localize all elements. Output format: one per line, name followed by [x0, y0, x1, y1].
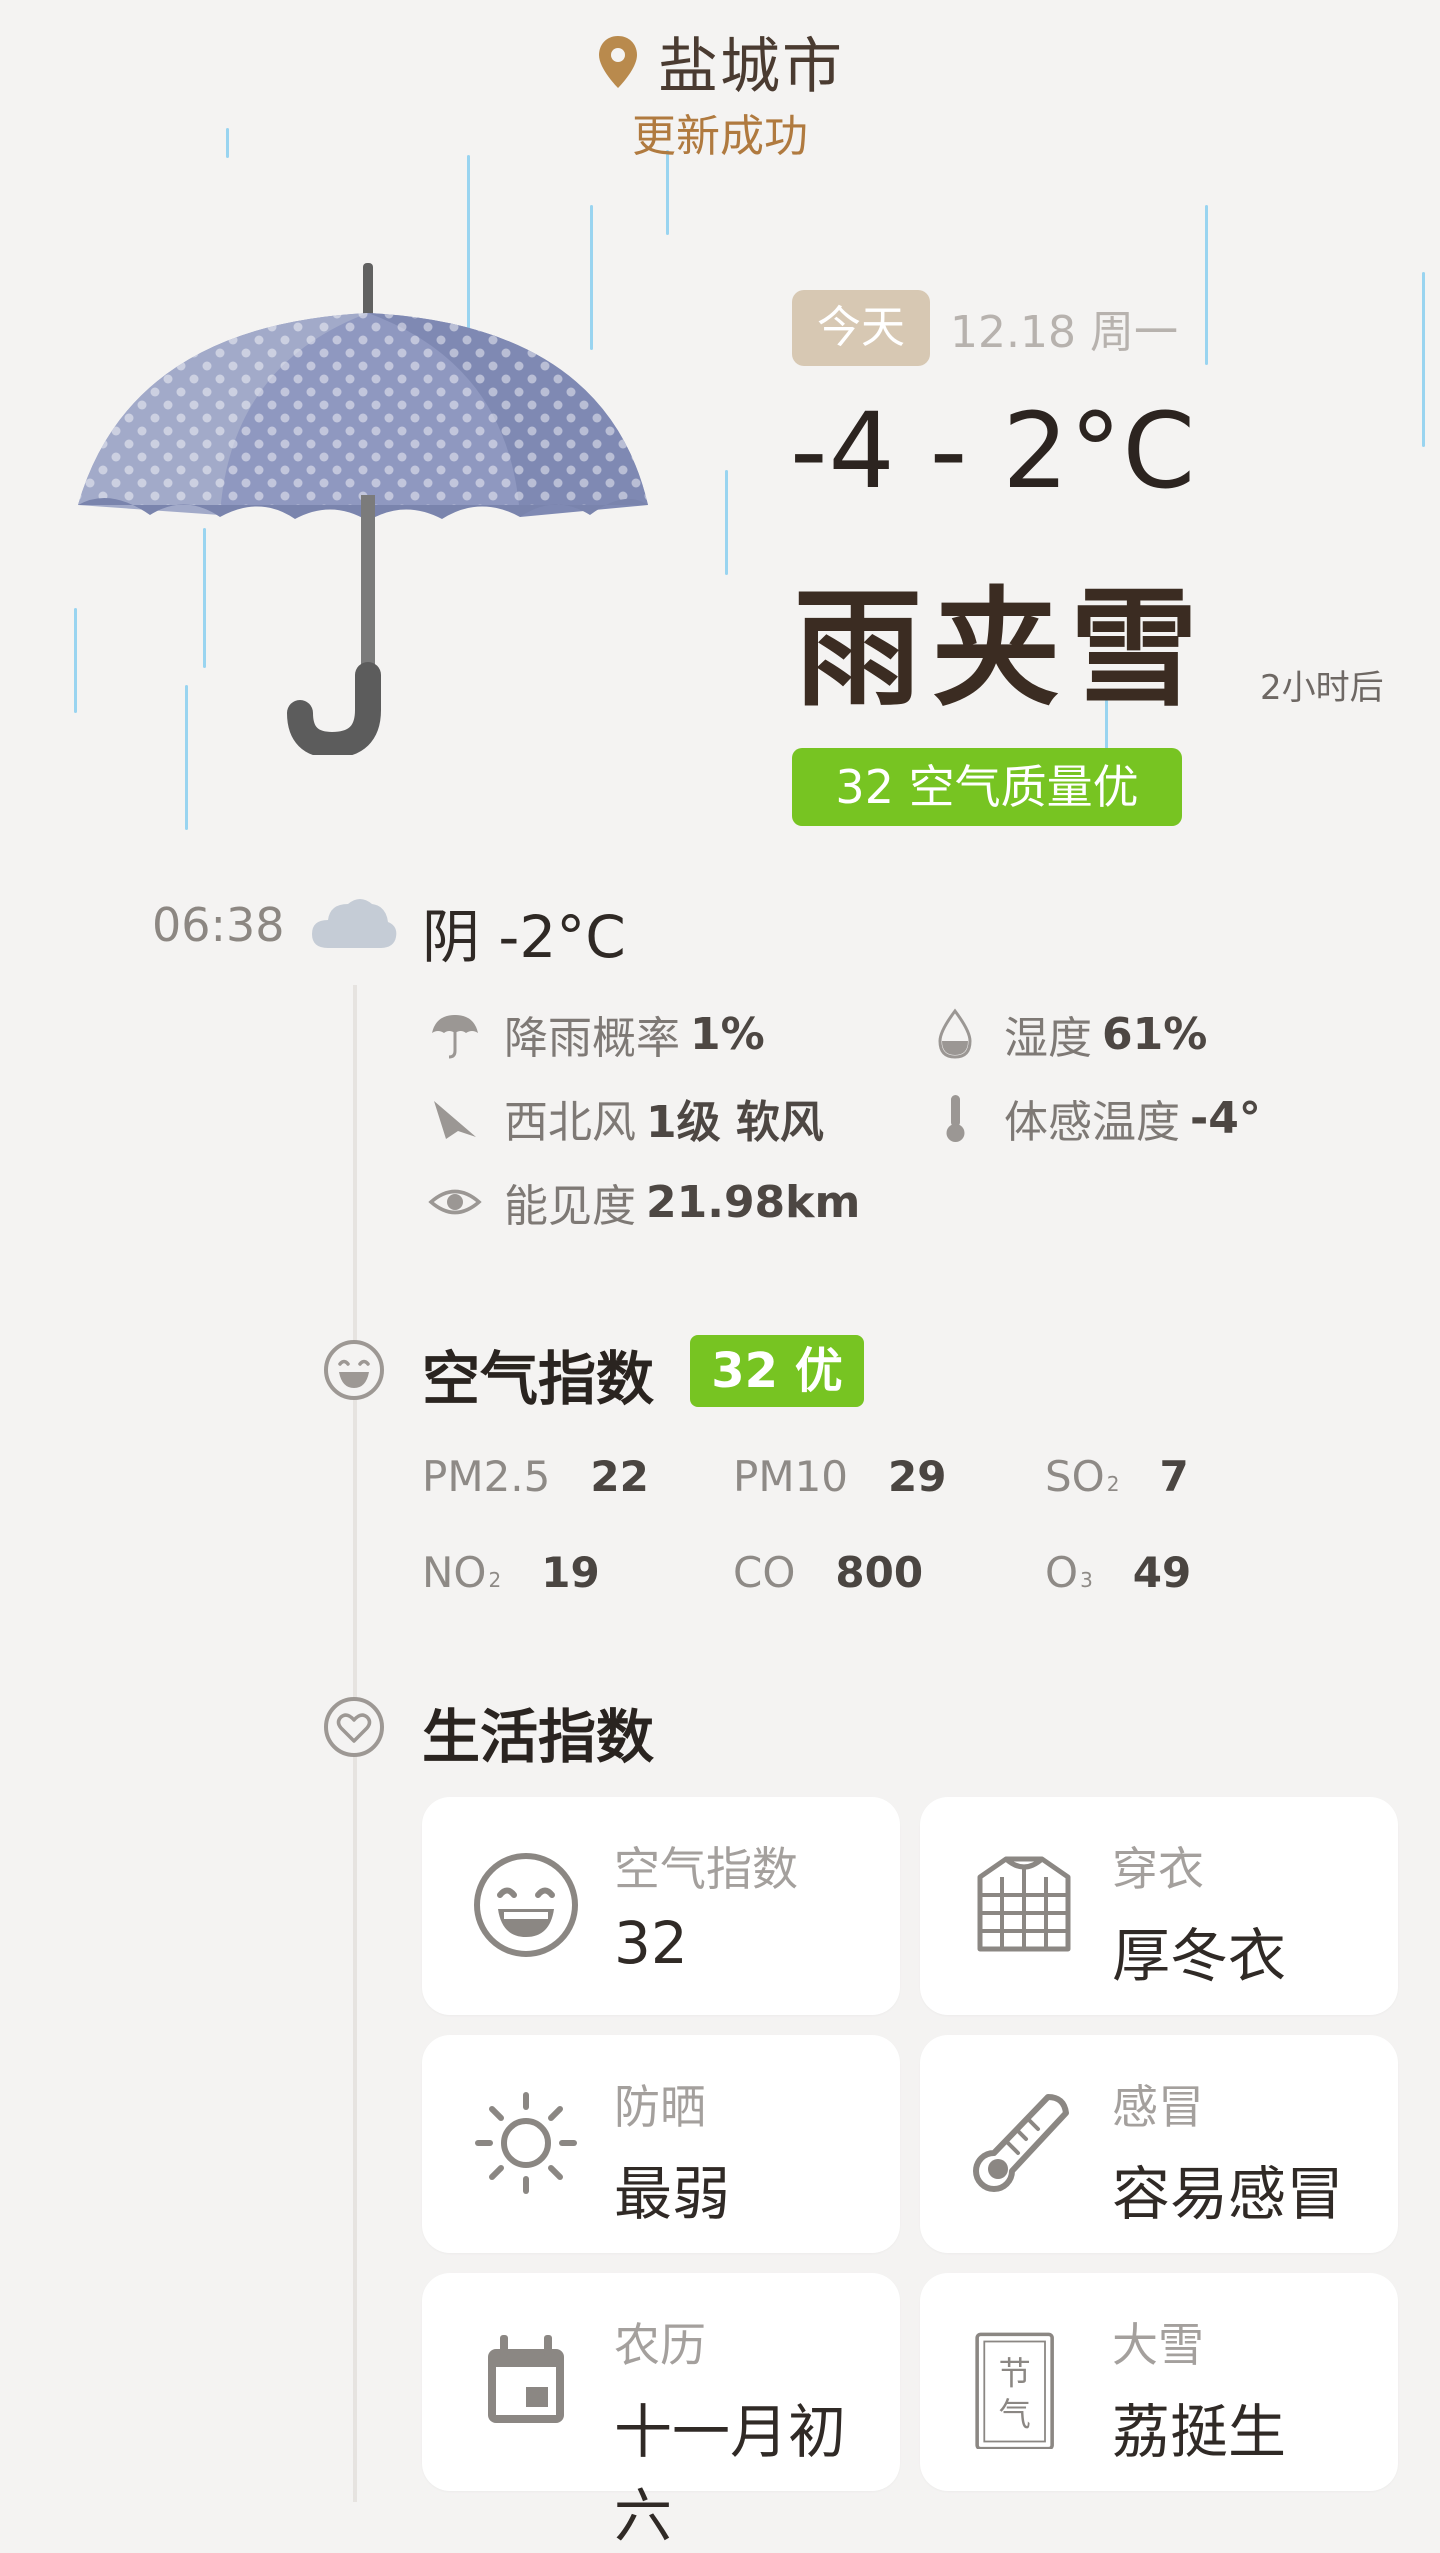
current-time: 06:38 — [152, 898, 285, 952]
card-value: 容易感冒 — [1112, 2160, 1345, 2228]
pollutant-name: O — [1045, 1548, 1079, 1597]
air-quality-badge[interactable]: 32 空气质量优 — [792, 748, 1182, 826]
card-value: 32 — [614, 1909, 688, 1977]
card-title: 穿衣 — [1112, 1842, 1204, 1896]
pollutant-value: 49 — [1132, 1548, 1192, 1597]
condition-time: 2小时后 — [1260, 668, 1384, 708]
current-condition: 阴 -2°C — [422, 903, 626, 971]
card-value: 厚冬衣 — [1112, 1922, 1287, 1990]
pollutant-so2: SO 2 7 — [1045, 1452, 1189, 1501]
pollutant-pm10: PM10 29 — [733, 1452, 946, 1501]
solar-term-icon: 节 气 — [975, 2332, 1054, 2449]
life-card-lunar[interactable]: 农历 十一月初六 — [422, 2273, 900, 2550]
pollutant-name: NO — [422, 1548, 487, 1597]
card-title: 大雪 — [1112, 2318, 1204, 2372]
pollutant-value: 800 — [835, 1548, 924, 1597]
heart-icon — [324, 1697, 384, 1757]
eye-icon — [428, 1189, 482, 1215]
pollutant-name: PM2.5 — [422, 1452, 551, 1501]
humidity-value: 61% — [1102, 1008, 1208, 1060]
card-value: 十一月初六 — [614, 2398, 847, 2550]
today-date: 12.18 周一 — [950, 307, 1178, 358]
smile-icon — [324, 1340, 384, 1400]
pollutant-name: SO — [1045, 1452, 1105, 1501]
feels-label: 体感温度 — [1004, 1097, 1180, 1148]
card-value: 最弱 — [614, 2160, 731, 2228]
solar-term-glyph-1: 节 — [999, 2354, 1031, 2392]
feels-value: -4° — [1190, 1092, 1261, 1144]
pollutant-subscript: 3 — [1080, 1568, 1093, 1592]
umbrella-small-icon — [432, 1015, 478, 1059]
air-index-title: 空气指数 — [422, 1345, 655, 1413]
umbrella-icon — [78, 263, 648, 755]
rain-value: 1% — [690, 1008, 765, 1060]
pollutant-value: 29 — [888, 1452, 947, 1501]
pollutant-value: 7 — [1159, 1452, 1189, 1501]
humidity-label: 湿度 — [1004, 1013, 1092, 1064]
visibility-label: 能见度 — [504, 1181, 636, 1232]
update-status: 更新成功 — [632, 111, 808, 162]
pollutant-o3: O3 49 — [1045, 1548, 1191, 1597]
thermometer-icon — [973, 2094, 1069, 2192]
visibility-value: 21.98km — [646, 1176, 861, 1228]
pollutant-value: 22 — [590, 1452, 649, 1501]
pollutant-pm25: PM2.5 22 — [422, 1452, 649, 1501]
pollutant-name: CO — [733, 1548, 796, 1597]
card-title: 防晒 — [614, 2080, 706, 2134]
calendar-icon — [488, 2335, 564, 2423]
wind-direction-icon — [434, 1101, 476, 1139]
life-card-air-index[interactable]: 空气指数 32 — [422, 1797, 900, 2015]
life-card-solar-term[interactable]: 节 气 大雪 荔挺生 — [920, 2273, 1398, 2491]
pollutant-value: 19 — [541, 1548, 600, 1597]
life-card-cold[interactable]: 感冒 容易感冒 — [920, 2035, 1398, 2253]
location-header[interactable]: 盐城市 — [0, 18, 1440, 105]
rain-probability: 降雨概率 1% — [428, 1002, 765, 1066]
rain-label: 降雨概率 — [504, 1013, 680, 1064]
smile-icon — [474, 1853, 578, 1957]
card-title: 感冒 — [1112, 2080, 1204, 2134]
water-drop-icon — [938, 1008, 972, 1059]
life-card-clothing[interactable]: 穿衣 厚冬衣 — [920, 1797, 1398, 2015]
pollutant-subscript: 2 — [488, 1568, 502, 1592]
pollutant-subscript: 2 — [1106, 1472, 1120, 1496]
humidity: 湿度 61% — [928, 1002, 1207, 1066]
temperature-range: -4 - 2°C — [790, 390, 1197, 512]
sun-icon — [475, 2092, 577, 2194]
wind: 西北风 1级 软风 — [428, 1086, 824, 1150]
card-value: 荔挺生 — [1112, 2398, 1287, 2466]
pollutant-co: CO 800 — [733, 1548, 923, 1597]
thermometer-small-icon — [946, 1095, 965, 1142]
city-name: 盐城市 — [658, 32, 844, 102]
card-title: 农历 — [614, 2318, 706, 2372]
life-index-title: 生活指数 — [422, 1703, 655, 1771]
card-title: 空气指数 — [614, 1842, 798, 1896]
jacket-icon — [977, 1856, 1071, 1952]
wind-value: 1级 软风 — [646, 1097, 824, 1148]
pollutant-no2: NO 2 19 — [422, 1548, 600, 1597]
solar-term-glyph-2: 气 — [999, 2395, 1031, 2433]
feels-like: 体感温度 -4° — [928, 1086, 1261, 1150]
air-index-badge[interactable]: 32 优 — [690, 1335, 864, 1407]
today-badge: 今天 — [792, 290, 930, 366]
weather-condition: 雨夹雪 — [794, 574, 1209, 724]
location-pin-icon — [599, 35, 637, 88]
pollutant-name: PM10 — [733, 1452, 849, 1501]
cloud-icon — [312, 899, 397, 948]
life-card-sunscreen[interactable]: 防晒 最弱 — [422, 2035, 900, 2253]
wind-label: 西北风 — [504, 1097, 636, 1148]
visibility: 能见度 21.98km — [428, 1170, 860, 1234]
